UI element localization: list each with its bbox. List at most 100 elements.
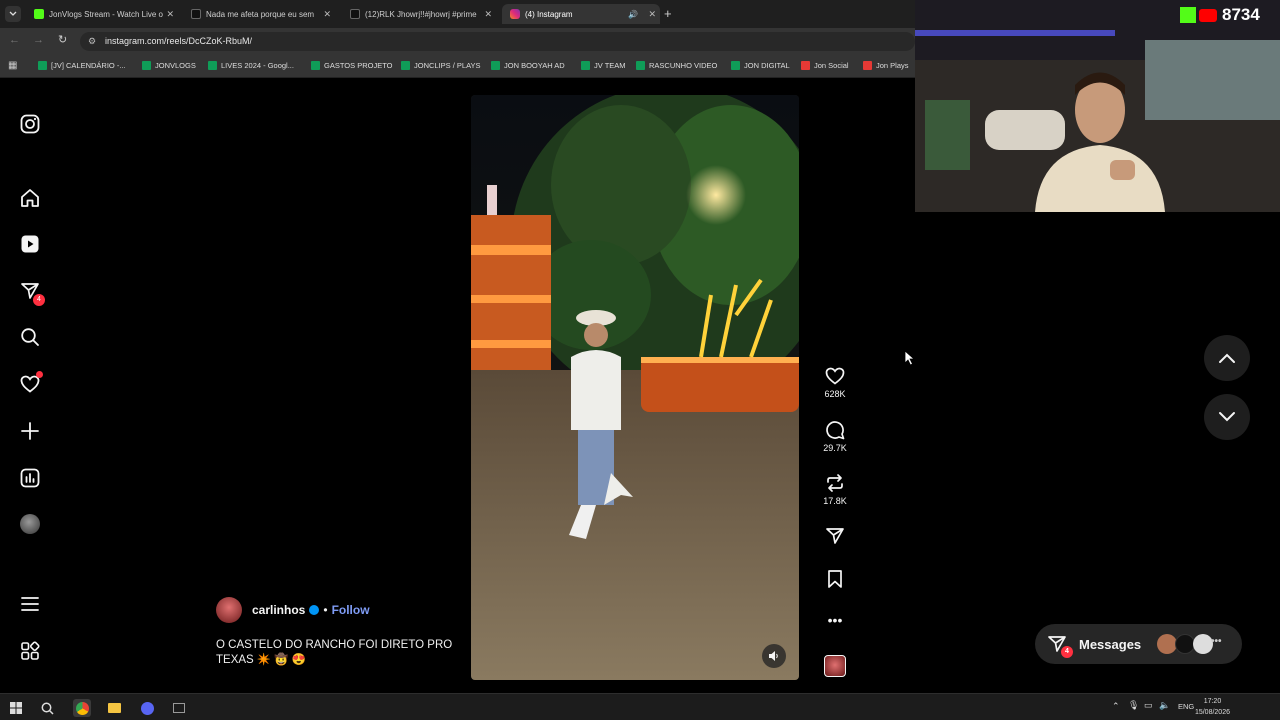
system-clock[interactable]: 17:20 15/08/2026 [1195,696,1230,718]
bookmark-label: GASTOS PROJETO [324,61,393,70]
browser-tab[interactable]: (12)RLK Jhowrj!!#jhowrj #prime ✕ [344,4,496,24]
more-contacts-icon: ••• [1211,636,1222,647]
tab-title: Nada me afeta porque eu sem [206,9,315,19]
tray-overflow-icon[interactable]: ⌃ [1112,701,1120,712]
profile-avatar-icon[interactable] [18,512,42,536]
instagram-favicon-icon [510,9,520,19]
bookmark-item[interactable]: [JV] CALENDÁRIO -... [38,61,126,70]
mute-toggle-button[interactable] [762,644,786,668]
repost-button[interactable]: 17.8K [818,473,852,506]
notification-dot [36,371,43,378]
save-button[interactable] [818,569,852,592]
dashboard-icon[interactable] [18,466,42,490]
kick-logo-icon [1180,7,1196,23]
also-from-meta-icon[interactable] [18,639,42,663]
tab-title: JonVlogs Stream - Watch Live o [49,9,163,19]
search-icon[interactable] [18,325,42,349]
bookmark-label: Jon Social [814,61,849,70]
site-info-icon[interactable]: ⚙ [88,32,96,51]
bookmark-item[interactable]: JONVLOGS [142,61,196,70]
close-tab-icon[interactable]: ✕ [484,9,492,20]
like-button[interactable]: 628K [818,366,852,399]
next-reel-button[interactable] [1204,394,1250,440]
contact-avatar [1175,634,1195,654]
messages-icon[interactable]: 4 [18,279,45,306]
bookmark-favicon-icon [208,61,217,70]
forward-icon[interactable]: → [33,34,44,46]
tiktok-favicon-icon [191,9,201,19]
tiktok-favicon-icon [350,9,360,19]
browser-tab[interactable]: Nada me afeta porque eu sem ✕ [185,4,335,24]
bookmark-item[interactable]: GASTOS PROJETO [311,61,393,70]
previous-reel-button[interactable] [1204,335,1250,381]
browser-tab-active[interactable]: (4) Instagram 🔊 ✕ [502,4,660,24]
taskbar-search-icon[interactable] [38,699,56,717]
create-plus-icon[interactable] [18,419,42,443]
windows-start-icon[interactable] [7,699,25,717]
browser-tab-bar: JonVlogs Stream - Watch Live o ✕ Nada me… [0,0,915,28]
back-icon[interactable]: ← [9,34,20,46]
repost-icon [827,474,843,492]
author-avatar[interactable] [216,597,242,623]
bookmark-item[interactable]: LIVES 2024 - Googl... [208,61,294,70]
browser-tab[interactable]: JonVlogs Stream - Watch Live o ✕ [28,4,178,24]
reels-icon[interactable] [18,232,42,256]
instagram-sidebar: 4 [0,78,60,693]
input-language[interactable]: ENG [1178,702,1194,711]
apps-grid-icon[interactable]: ▦ [8,60,17,71]
windows-taskbar: ⌃ 🎙 ▭ 🔈 ENG 17:20 15/08/2026 [0,693,1280,720]
bookmark-favicon-icon [401,61,410,70]
comment-count: 29.7K [823,443,847,453]
author-username[interactable]: carlinhos [252,603,305,617]
messages-dock-icon: 4 [1047,634,1073,658]
bookmark-favicon-icon [38,61,47,70]
close-tab-icon[interactable]: ✕ [166,9,174,20]
audio-cover-thumbnail[interactable] [824,655,846,677]
reload-icon[interactable]: ↻ [58,33,67,46]
app-taskbar-icon[interactable] [170,699,188,717]
bookmark-favicon-icon [581,61,590,70]
bookmark-favicon-icon [731,61,740,70]
notifications-heart-icon[interactable] [18,371,43,396]
bookmark-item[interactable]: Jon Social [801,61,849,70]
bookmark-label: LIVES 2024 - Googl... [221,61,294,70]
volume-icon[interactable]: 🔈 [1159,700,1170,711]
bookmark-favicon-icon [142,61,151,70]
messages-dock[interactable]: 4 Messages ••• [1035,624,1242,664]
bookmark-item[interactable]: JON DIGITAL [731,61,790,70]
tab-list-button[interactable] [5,6,21,22]
home-icon[interactable] [18,186,42,210]
share-button[interactable] [818,526,852,549]
youtube-logo-icon [1199,8,1217,22]
close-tab-icon[interactable]: ✕ [323,9,331,20]
chrome-taskbar-icon[interactable] [73,699,91,717]
url-bar[interactable]: ⚙ instagram.com/reels/DcCZoK-RbuM/ [80,32,915,51]
bookmark-label: RASCUNHO VIDEO [649,61,718,70]
bookmark-item[interactable]: JONCLIPS / PLAYS [401,61,481,70]
network-icon[interactable]: ▭ [1144,700,1153,711]
contact-avatar [1157,634,1177,654]
reel-caption[interactable]: O CASTELO DO RANCHO FOI DIRETO PRO TEXAS… [216,638,456,668]
close-tab-icon[interactable]: ✕ [648,9,656,20]
file-explorer-icon[interactable] [105,699,123,717]
new-tab-button[interactable]: + [664,6,672,21]
bookmark-item[interactable]: Jon Plays [863,61,909,70]
speaker-icon [769,651,778,661]
bookmark-item[interactable]: RASCUNHO VIDEO [636,61,717,70]
reel-video-player[interactable] [471,95,799,680]
bookmark-label: Jon Plays [876,61,909,70]
bookmark-item[interactable]: JV TEAM [581,61,626,70]
instagram-logo-icon[interactable] [18,112,42,136]
comment-button[interactable]: 29.7K [818,420,852,453]
reel-video-frame [471,95,799,680]
follow-button[interactable]: Follow [332,603,370,617]
more-options-icon[interactable]: ••• [818,612,852,628]
bookmark-item[interactable]: JON BOOYAH AD [491,61,565,70]
discord-taskbar-icon[interactable] [138,699,156,717]
bookmark-label: JV TEAM [594,61,626,70]
tab-audio-icon[interactable]: 🔊 [628,10,638,19]
microphone-icon[interactable]: 🎙 [1128,700,1139,711]
reel-author-row: carlinhos • Follow [216,597,456,623]
more-menu-icon[interactable] [18,592,42,616]
tab-title: (12)RLK Jhowrj!!#jhowrj #prime [365,9,477,19]
